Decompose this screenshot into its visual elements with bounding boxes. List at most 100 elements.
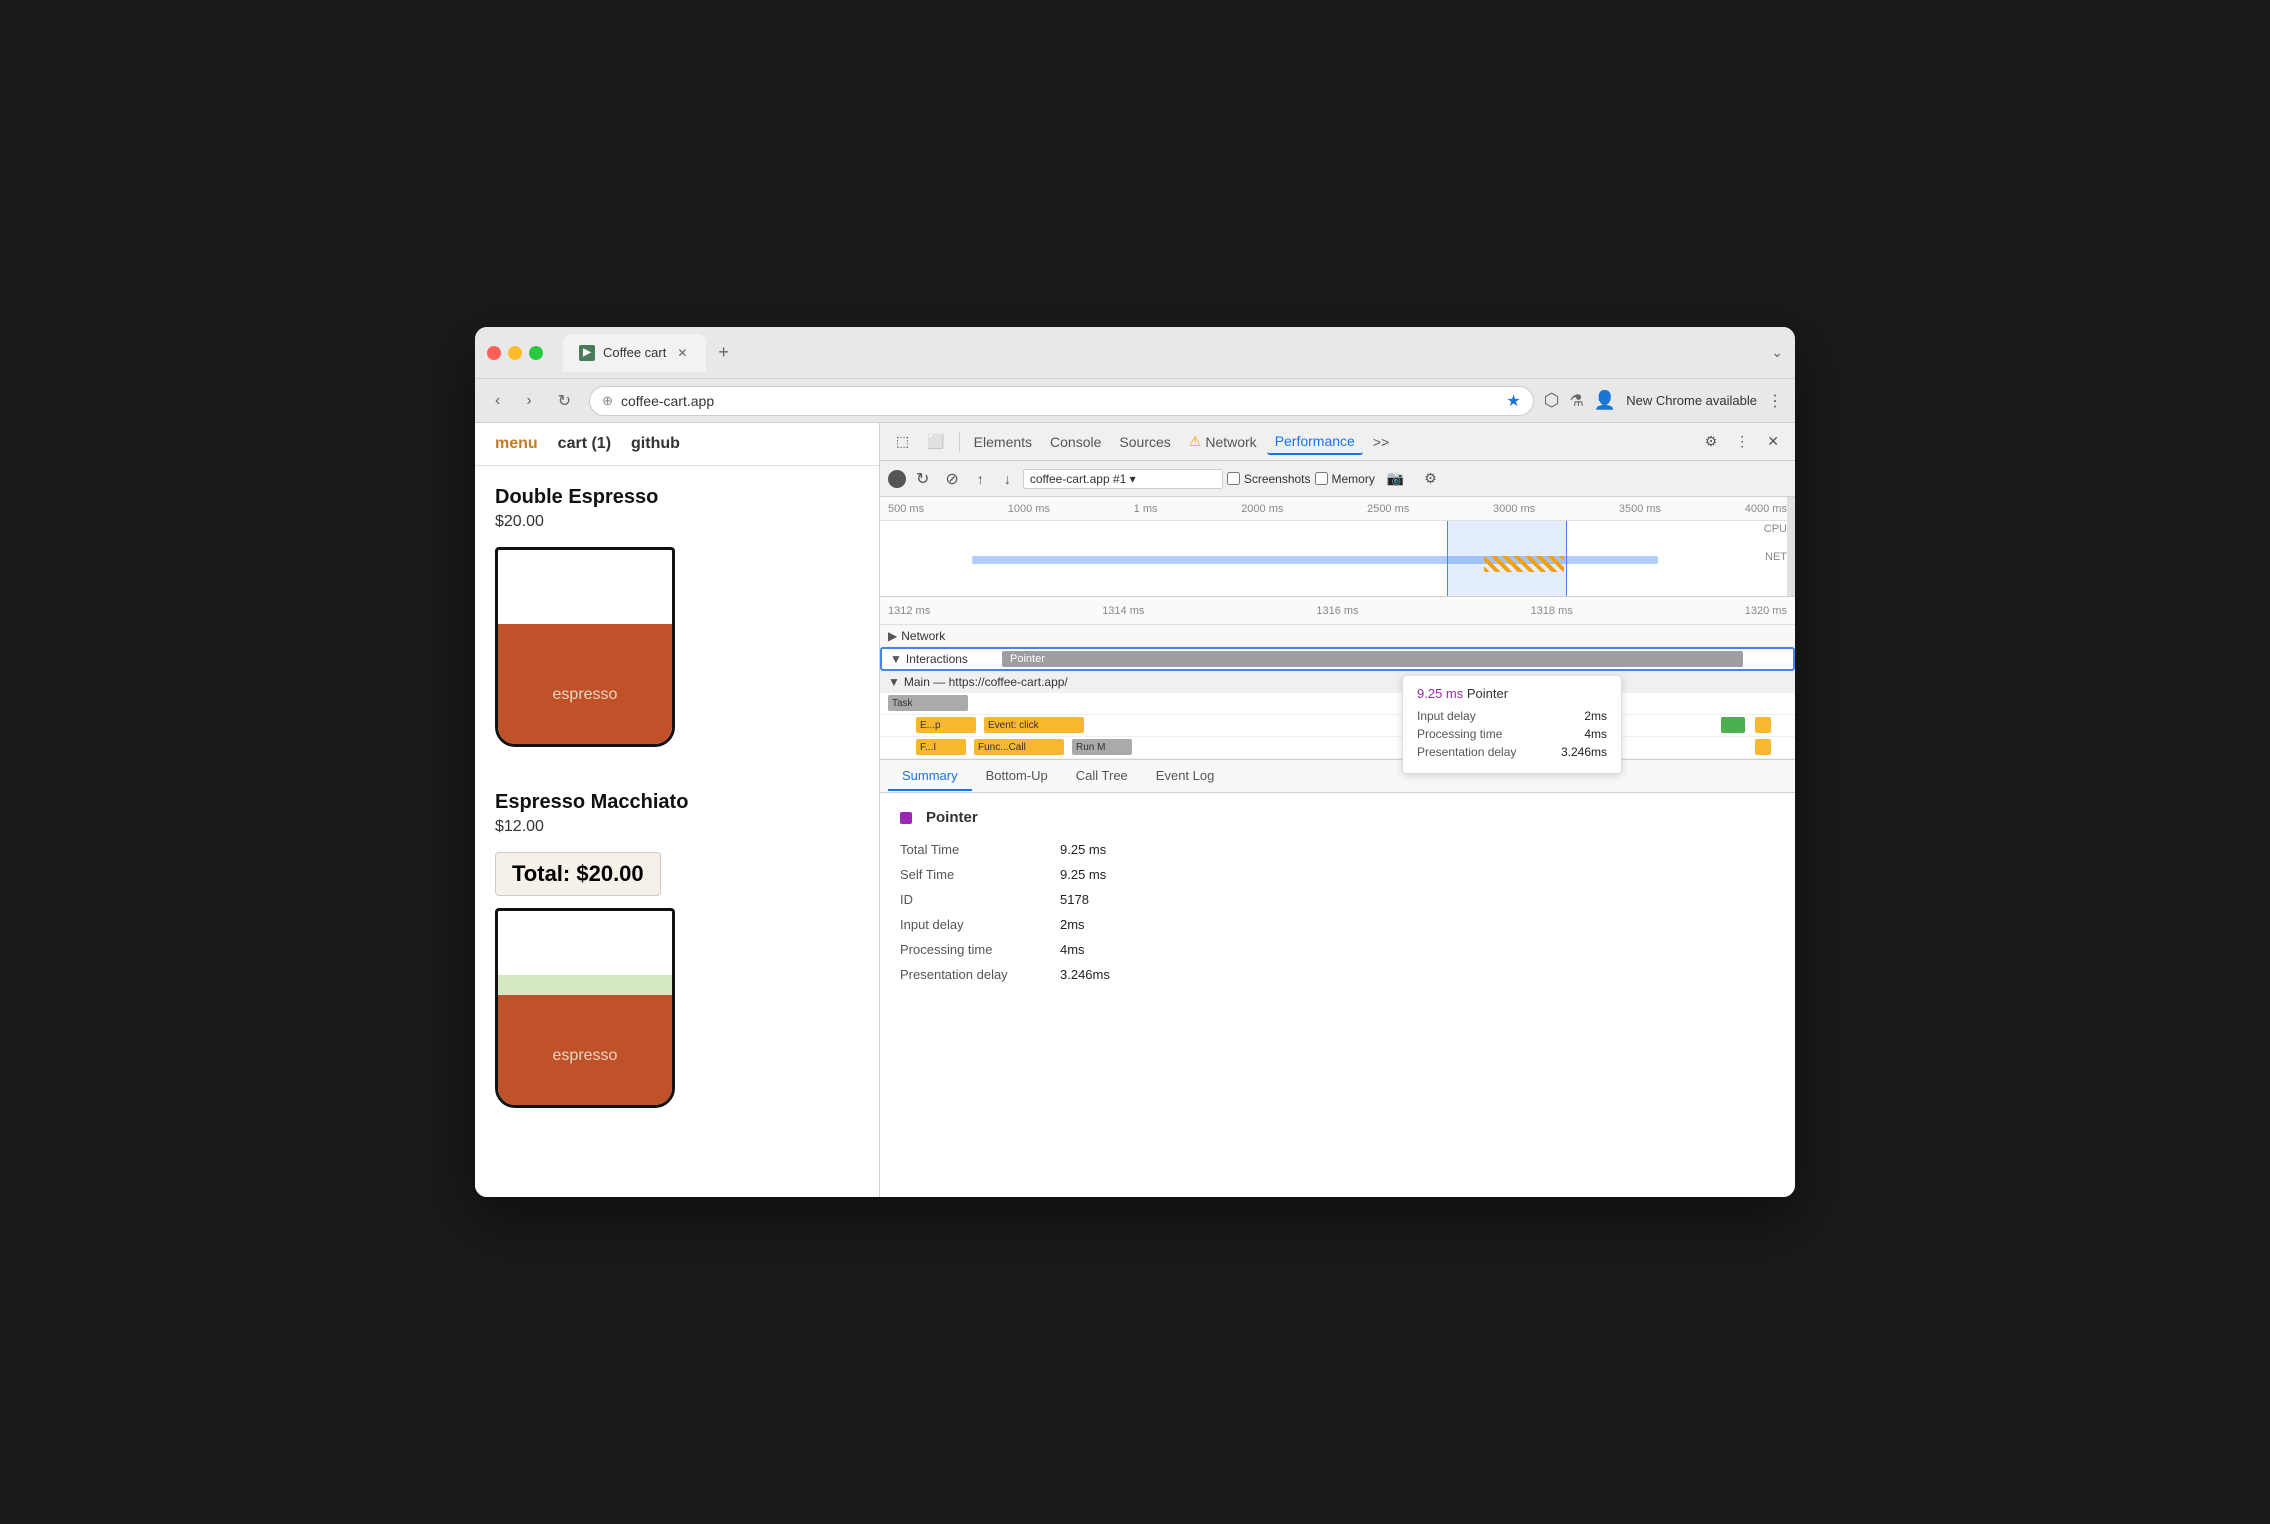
cup-label-1: espresso [498,686,672,704]
run-bar: Run M [1072,739,1132,755]
warning-icon: ⚠ [1189,433,1202,450]
task-bar: Task [888,695,968,711]
cup-handle-1 [672,600,675,660]
timeline-scrollbar[interactable] [1787,497,1795,596]
nav-cart[interactable]: cart (1) [558,435,611,453]
summary-color-dot [900,812,912,824]
main-content: menu cart (1) github Double Espresso $20… [475,423,1795,1197]
back-button[interactable]: ‹ [487,388,508,414]
tab-summary[interactable]: Summary [888,762,972,791]
network-track-row[interactable]: ▶ Network [880,625,1795,647]
task-row: Task [880,693,1795,715]
main-expand-icon[interactable]: ▼ [888,675,900,689]
timeline-container: 500 ms 1000 ms 1 ms 2000 ms 2500 ms 3000… [880,497,1795,597]
more-tabs-btn[interactable]: >> [1365,430,1397,454]
interactions-expand-icon[interactable]: ▼ [890,652,902,666]
summary-title-text: Pointer [926,809,978,826]
zoom-1316: 1316 ms [1316,605,1358,617]
address-bar[interactable]: ⊕ coffee-cart.app ★ [589,386,1534,416]
task-label: Task [892,698,913,709]
interactions-bar-label: Pointer [1010,653,1045,665]
network-tab[interactable]: ⚠ Network [1181,429,1265,454]
console-tab[interactable]: Console [1042,430,1109,454]
browser-window: ▶ Coffee cart ✕ + ⌄ ‹ › ↻ ⊕ coffee-cart.… [475,327,1795,1197]
new-tab-button[interactable]: + [710,338,737,367]
zoom-marks: 1312 ms 1314 ms 1316 ms 1318 ms 1320 ms [888,605,1787,617]
settings-btn[interactable]: ⚙ [1697,429,1726,454]
forward-button[interactable]: › [518,388,539,414]
performance-settings-btn[interactable]: ⚙ [1416,466,1445,491]
active-tab[interactable]: ▶ Coffee cart ✕ [563,334,706,372]
reload-button[interactable]: ↻ [550,387,579,415]
performance-tab[interactable]: Performance [1267,429,1363,455]
summary-processing-row: Processing time 4ms [900,942,1775,957]
summary-title: Pointer [900,809,1775,826]
interactions-track-row[interactable]: ▼ Interactions Pointer 9.25 ms Pointer I… [880,647,1795,671]
url-text: coffee-cart.app [621,393,1498,409]
main-thread-label: Main — https://coffee-cart.app/ [904,675,1068,689]
close-button[interactable] [487,346,501,360]
mark-500: 500 ms [888,503,924,515]
flame-chart-area: ▶ Network ▼ Interactions Pointer 9.25 ms… [880,625,1795,759]
download-button[interactable]: ↓ [996,467,1019,491]
func-yellow-bar [1755,739,1771,755]
bookmark-icon[interactable]: ★ [1506,391,1520,411]
cup-fill-1 [498,624,672,744]
profile-icon[interactable]: 👤 [1594,390,1616,411]
tab-event-log[interactable]: Event Log [1142,762,1229,791]
summary-self-time-label: Self Time [900,867,1060,882]
main-thread-row: ▼ Main — https://coffee-cart.app/ [880,671,1795,693]
mark-2500: 2500 ms [1367,503,1409,515]
clear-button[interactable]: ⊘ [939,467,964,491]
summary-id-label: ID [900,892,1060,907]
screenshots-checkbox[interactable] [1227,472,1240,485]
minimize-button[interactable] [508,346,522,360]
interactions-pointer-bar[interactable]: Pointer [1002,651,1743,667]
func-bar: F...I [916,739,966,755]
zoom-1314: 1314 ms [1102,605,1144,617]
bottom-tabs: Summary Bottom-Up Call Tree Event Log [880,759,1795,793]
sources-tab[interactable]: Sources [1111,430,1178,454]
more-options-icon[interactable]: ⋮ [1767,391,1783,411]
summary-total-time-label: Total Time [900,842,1060,857]
memory-checkbox[interactable] [1315,472,1328,485]
nav-github[interactable]: github [631,435,680,453]
session-selector[interactable]: coffee-cart.app #1 ▾ [1023,469,1223,489]
tab-call-tree[interactable]: Call Tree [1062,762,1142,791]
new-chrome-badge[interactable]: New Chrome available [1626,393,1757,408]
tooltip-processing-row: Processing time 4ms [1417,727,1607,741]
tab-close-button[interactable]: ✕ [674,345,690,361]
elements-tab[interactable]: Elements [966,430,1040,454]
lab-icon[interactable]: ⚗ [1569,391,1583,411]
device-toggle-btn[interactable]: ⬜ [919,429,952,454]
tooltip-input-delay-value: 2ms [1584,709,1607,723]
summary-panel: Pointer Total Time 9.25 ms Self Time 9.2… [880,793,1795,1197]
cpu-label: CPU [1764,523,1787,535]
event-label: E...p [920,720,941,731]
nav-menu[interactable]: menu [495,435,538,453]
inspect-element-btn[interactable]: ⬚ [888,429,917,454]
tab-bottom-up[interactable]: Bottom-Up [972,762,1062,791]
devtools-secondary-bar: ↻ ⊘ ↑ ↓ coffee-cart.app #1 ▾ Screenshots… [880,461,1795,497]
screenshots-checkbox-group[interactable]: Screenshots [1227,472,1311,486]
chevron-down-icon[interactable]: ⌄ [1771,344,1783,361]
cup-body-2: espresso [495,908,675,1108]
mark-1500: 1 ms [1134,503,1158,515]
maximize-button[interactable] [529,346,543,360]
upload-button[interactable]: ↑ [969,467,992,491]
summary-processing-value: 4ms [1060,942,1085,957]
cup-handle-2 [672,961,675,1021]
close-devtools-btn[interactable]: ✕ [1759,429,1787,454]
more-options-btn[interactable]: ⋮ [1727,429,1757,454]
memory-checkbox-group[interactable]: Memory [1315,472,1375,486]
website-nav: menu cart (1) github [475,423,879,466]
reload-record-button[interactable]: ↻ [910,467,935,491]
ruler-marks: 500 ms 1000 ms 1 ms 2000 ms 2500 ms 3000… [888,503,1787,515]
capture-screenshot-btn[interactable]: 📷 [1379,466,1412,491]
network-expand-icon[interactable]: ▶ [888,629,897,643]
summary-id-row: ID 5178 [900,892,1775,907]
yellow-bar [1755,717,1771,733]
extensions-icon[interactable]: ⬡ [1544,390,1560,411]
coffee-cup-2: espresso [495,908,715,1128]
record-button[interactable] [888,470,906,488]
